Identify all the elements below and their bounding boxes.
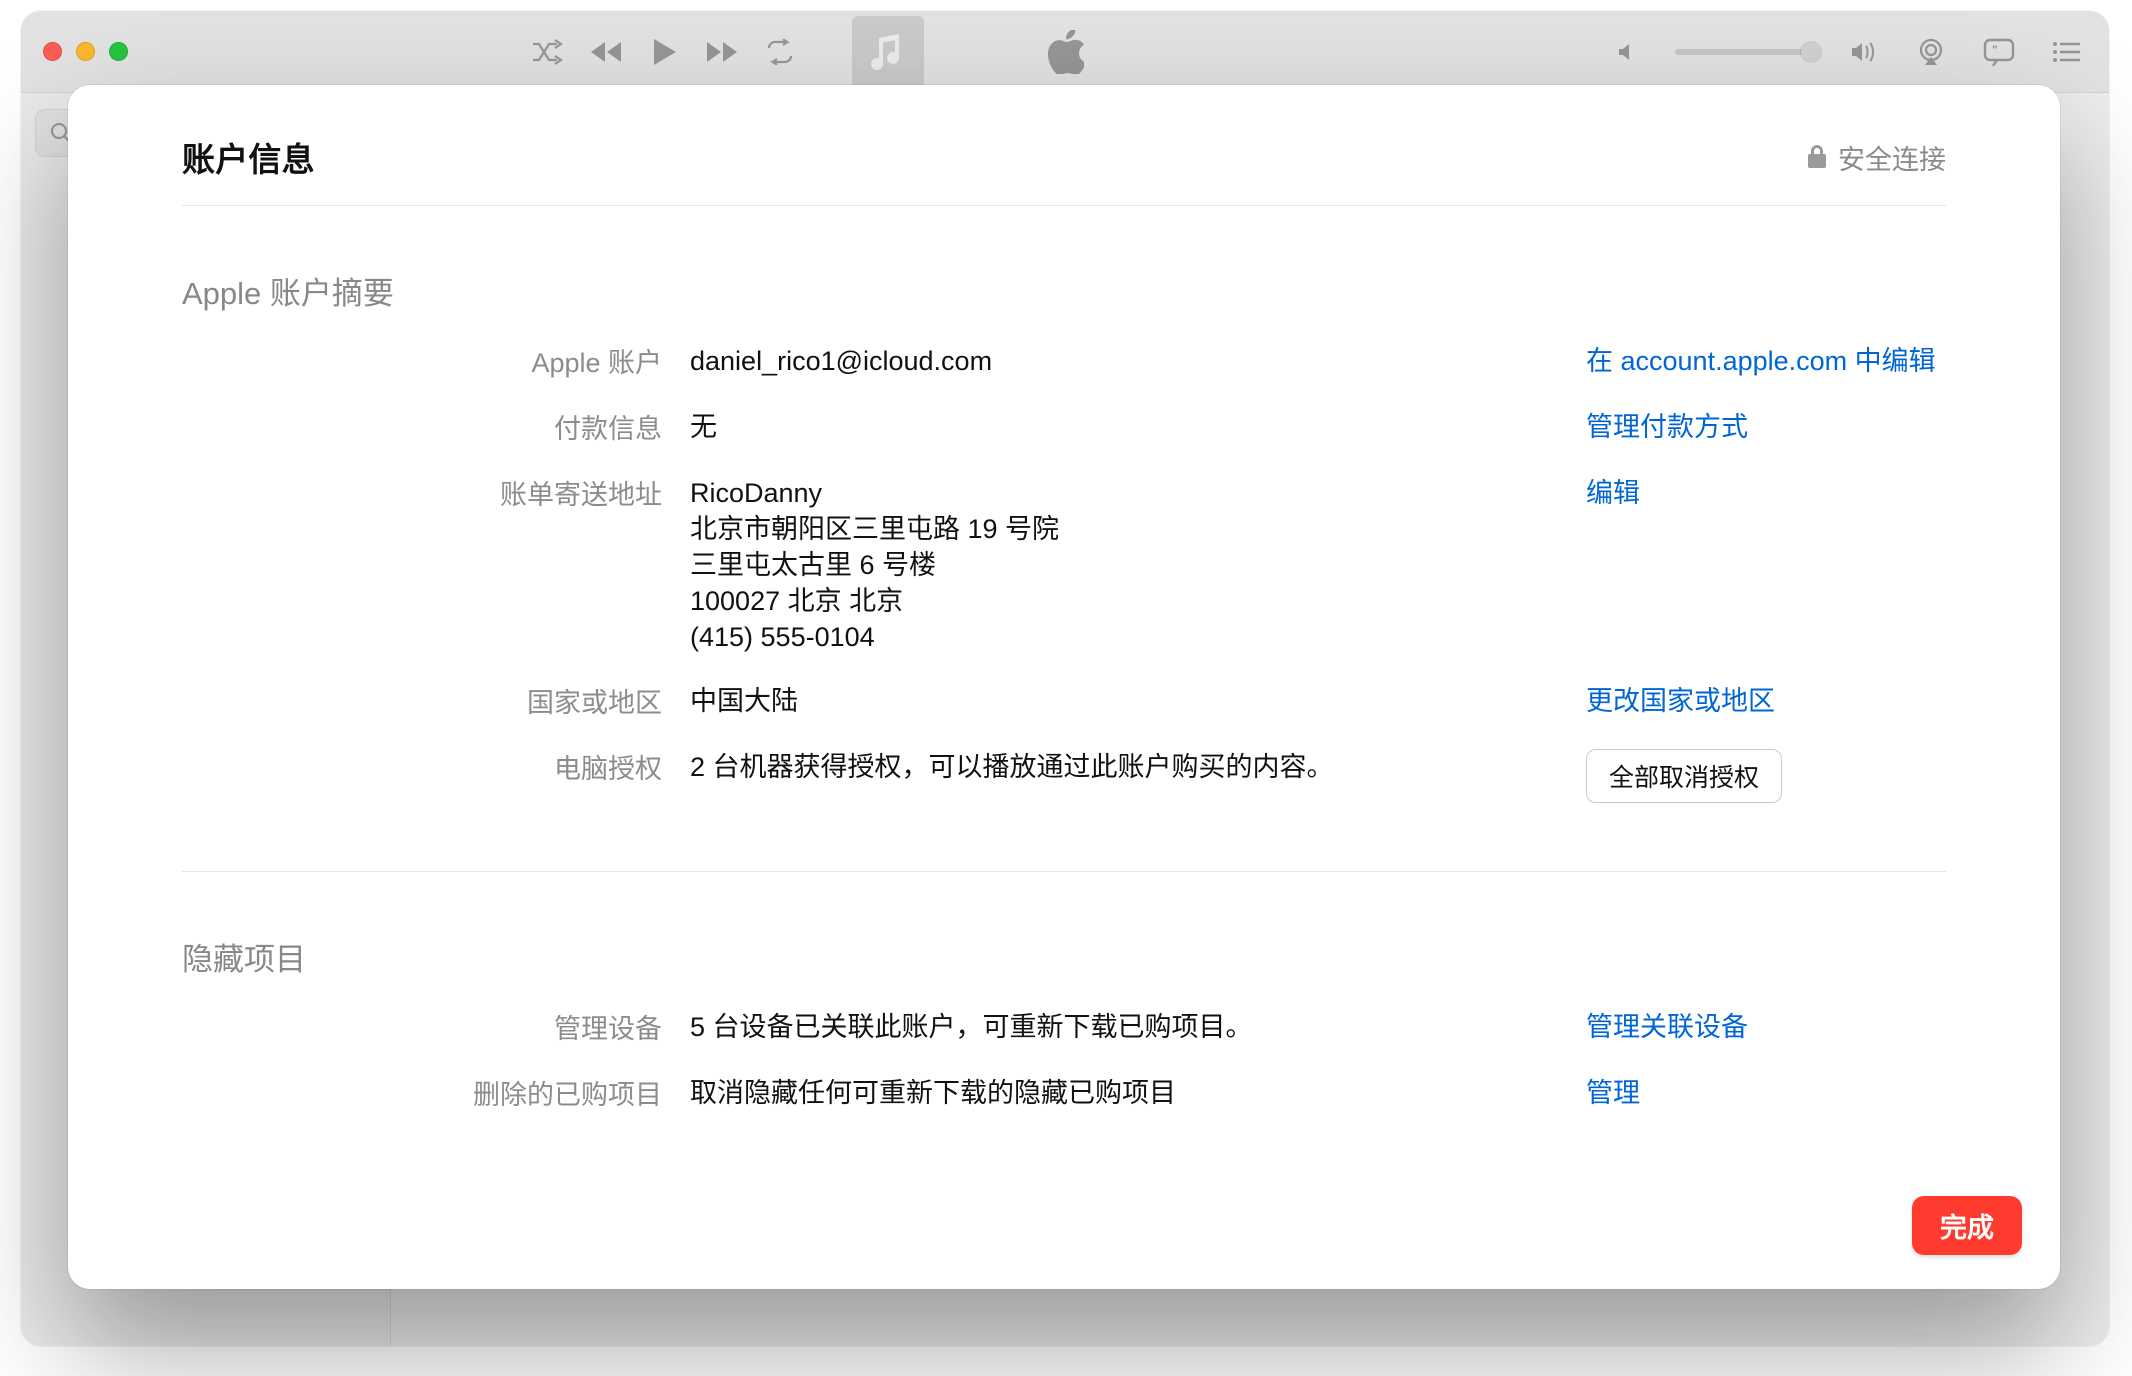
link-change-country[interactable]: 更改国家或地区 [1586,683,1775,719]
section-title-account-summary: Apple 账户摘要 [182,268,1946,313]
account-info-dialog: 账户信息 安全连接 Apple 账户摘要 Apple 账户 daniel_ric… [68,85,2060,1289]
value-payment: 无 [690,409,1558,445]
label-apple-account: Apple 账户 [182,343,662,381]
billing-line: RicoDanny [690,475,1558,511]
hidden-items-grid: 管理设备 5 台设备已关联此账户，可重新下载已购项目。 管理关联设备 删除的已购… [182,1009,1946,1113]
label-removed-purchases: 删除的已购项目 [182,1075,662,1113]
value-auth: 2 台机器获得授权，可以播放通过此账户购买的内容。 [690,749,1558,785]
section-title-hidden-items: 隐藏项目 [182,934,1946,979]
account-summary-grid: Apple 账户 daniel_rico1@icloud.com 在 accou… [182,343,1946,803]
link-edit-billing[interactable]: 编辑 [1586,475,1640,511]
deauthorize-all-button[interactable]: 全部取消授权 [1586,749,1782,803]
billing-line: 北京市朝阳区三里屯路 19 号院 [690,511,1558,547]
billing-line: (415) 555-0104 [690,619,1558,655]
label-auth: 电脑授权 [182,749,662,787]
value-billing: RicoDanny 北京市朝阳区三里屯路 19 号院 三里屯太古里 6 号楼 1… [690,475,1558,655]
secure-connection-label: 安全连接 [1806,138,1946,177]
done-button[interactable]: 完成 [1912,1196,2022,1255]
label-country: 国家或地区 [182,683,662,721]
lock-icon [1806,144,1828,170]
label-billing: 账单寄送地址 [182,475,662,513]
label-manage-devices: 管理设备 [182,1009,662,1047]
dialog-footer: 完成 [68,1170,2060,1289]
link-manage-payment[interactable]: 管理付款方式 [1586,409,1748,445]
link-manage-devices[interactable]: 管理关联设备 [1586,1009,1748,1045]
billing-line: 100027 北京 北京 [690,583,1558,619]
value-manage-devices: 5 台设备已关联此账户，可重新下载已购项目。 [690,1009,1558,1045]
billing-line: 三里屯太古里 6 号楼 [690,547,1558,583]
link-edit-apple-account[interactable]: 在 account.apple.com 中编辑 [1586,343,1936,379]
link-manage-hidden[interactable]: 管理 [1586,1075,1640,1111]
value-removed-purchases: 取消隐藏任何可重新下载的隐藏已购项目 [690,1075,1558,1111]
secure-connection-text: 安全连接 [1838,138,1946,177]
dialog-title: 账户信息 [182,133,315,181]
value-country: 中国大陆 [690,683,1558,719]
label-payment: 付款信息 [182,409,662,447]
value-apple-account: daniel_rico1@icloud.com [690,343,1558,379]
